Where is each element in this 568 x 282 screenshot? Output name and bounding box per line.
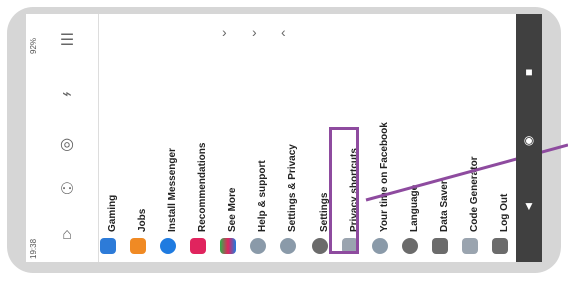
android-nav-bar: ■ ◉ ▼ (516, 14, 542, 262)
annotation-arrow (365, 143, 568, 202)
back-button-icon[interactable]: ▼ (521, 198, 537, 214)
square-button-icon[interactable]: ■ (521, 64, 537, 80)
home-button-icon[interactable]: ◉ (521, 132, 537, 148)
